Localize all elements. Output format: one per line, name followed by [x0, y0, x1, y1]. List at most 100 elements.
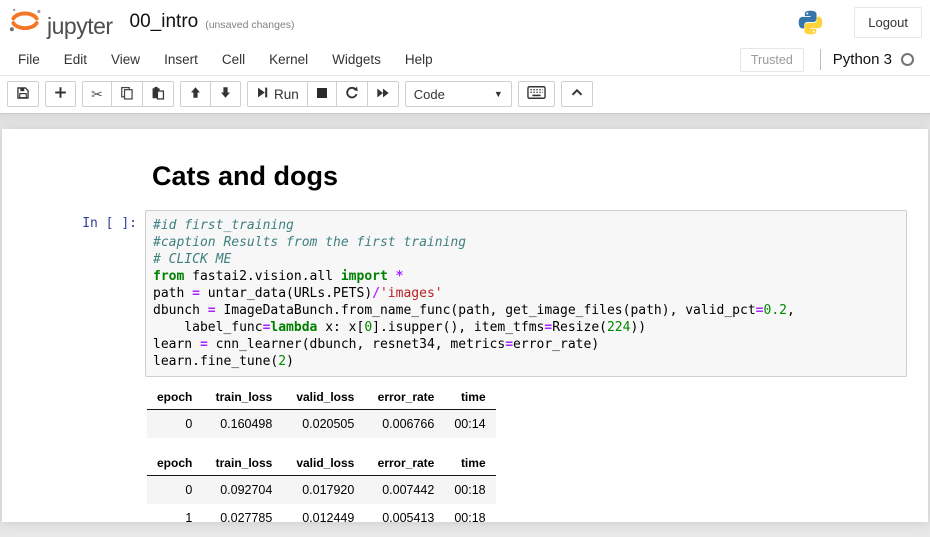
- toolbar-chevron-up-button[interactable]: [561, 81, 593, 107]
- markdown-prompt: [42, 155, 145, 204]
- interrupt-kernel-button[interactable]: [307, 81, 337, 107]
- move-cell-down-button[interactable]: [210, 81, 241, 107]
- output-cell: epochtrain_lossvalid_losserror_ratetime0…: [42, 386, 907, 522]
- menu-kernel[interactable]: Kernel: [257, 44, 320, 75]
- table-cell: 0.020505: [282, 410, 364, 439]
- move-up-icon: [189, 86, 202, 102]
- code-token: dbunch: [153, 303, 208, 318]
- code-token: [388, 269, 396, 284]
- run-button-label: Run: [274, 87, 299, 102]
- code-token: ].isupper(), item_tfms: [372, 320, 544, 335]
- markdown-cell[interactable]: Cats and dogs: [42, 155, 907, 204]
- code-line: path = untar_data(URLs.PETS)/'images': [153, 285, 906, 302]
- code-token: #caption Results from the first training: [153, 235, 466, 250]
- run-cell-button[interactable]: Run: [247, 81, 308, 107]
- cut-cell-button[interactable]: ✂: [82, 81, 112, 107]
- dataframe-table: epochtrain_lossvalid_losserror_ratetime0…: [147, 452, 496, 522]
- add-cell-button[interactable]: [45, 81, 76, 107]
- code-token: =: [756, 303, 764, 318]
- table-cell: 00:14: [444, 410, 495, 439]
- notebook-title[interactable]: 00_intro: [130, 11, 199, 33]
- restart-kernel-button[interactable]: [336, 81, 368, 107]
- table-cell: 0.160498: [202, 410, 282, 439]
- code-token: 224: [607, 320, 630, 335]
- cell-type-select[interactable]: Code ▼: [405, 81, 512, 107]
- trusted-badge: Trusted: [740, 48, 804, 72]
- code-token: x: x[: [317, 320, 364, 335]
- notebook-container: Cats and dogs In [ ]: #id first_training…: [2, 129, 928, 522]
- code-line: dbunch = ImageDataBunch.from_name_func(p…: [153, 302, 906, 319]
- code-line: #caption Results from the first training: [153, 234, 906, 251]
- move-cell-up-button[interactable]: [180, 81, 211, 107]
- table-header-cell: error_rate: [364, 452, 444, 476]
- table-header-cell: train_loss: [202, 452, 282, 476]
- chevron-down-icon: ▼: [494, 89, 503, 99]
- python-logo-icon: [797, 9, 824, 36]
- dataframe-table: epochtrain_lossvalid_losserror_ratetime0…: [147, 386, 496, 438]
- code-token: learn: [153, 337, 200, 352]
- cut-icon: ✂: [91, 87, 103, 101]
- table-cell: 00:18: [444, 504, 495, 522]
- menubar: File Edit View Insert Cell Kernel Widget…: [0, 44, 930, 76]
- menu-view[interactable]: View: [99, 44, 152, 75]
- paste-cell-button[interactable]: [142, 81, 174, 107]
- logout-button[interactable]: Logout: [854, 7, 922, 38]
- code-token: =: [192, 286, 200, 301]
- code-line: #id first_training: [153, 217, 906, 234]
- output-prompt: [42, 386, 145, 522]
- toolbar: ✂ Run: [0, 76, 930, 113]
- code-token: error_rate): [513, 337, 599, 352]
- copy-cell-button[interactable]: [111, 81, 143, 107]
- table-cell: 0.007442: [364, 476, 444, 505]
- table-cell: 0.017920: [282, 476, 364, 505]
- menu-cell[interactable]: Cell: [210, 44, 257, 75]
- code-token: ,: [787, 303, 795, 318]
- code-token: =: [544, 320, 552, 335]
- table-cell: 0.092704: [202, 476, 282, 505]
- code-editor[interactable]: #id first_training#caption Results from …: [145, 210, 907, 377]
- code-line: from fastai2.vision.all import *: [153, 268, 906, 285]
- copy-icon: [120, 86, 134, 103]
- code-token: Resize(: [552, 320, 607, 335]
- code-line: learn.fine_tune(2): [153, 353, 906, 370]
- table-row: 00.1604980.0205050.00676600:14: [147, 410, 496, 439]
- menu-insert[interactable]: Insert: [152, 44, 210, 75]
- add-cell-icon: [54, 86, 67, 102]
- kernel-divider: [820, 49, 821, 70]
- menu-edit[interactable]: Edit: [52, 44, 99, 75]
- input-prompt: In [ ]:: [42, 210, 145, 377]
- jupyter-logo-icon: [8, 5, 42, 40]
- code-line: # CLICK ME: [153, 251, 906, 268]
- code-token: untar_data(URLs.PETS): [200, 286, 372, 301]
- code-token: fastai2.vision.all: [184, 269, 341, 284]
- code-token: 2: [278, 354, 286, 369]
- code-cell[interactable]: In [ ]: #id first_training#caption Resul…: [42, 210, 907, 377]
- chevron-up-icon: [570, 86, 584, 102]
- table-cell: 0: [147, 476, 202, 505]
- restart-kernel-icon: [345, 86, 359, 103]
- table-header-cell: time: [444, 386, 495, 410]
- command-palette-button[interactable]: [518, 81, 555, 107]
- save-button[interactable]: [7, 81, 39, 107]
- code-token: ImageDataBunch.from_name_func(path, get_…: [216, 303, 756, 318]
- code-token: =: [200, 337, 208, 352]
- table-cell: 0.006766: [364, 410, 444, 439]
- table-header-cell: epoch: [147, 452, 202, 476]
- code-token: cnn_learner(dbunch, resnet34, metrics: [208, 337, 505, 352]
- autosave-status: (unsaved changes): [205, 14, 294, 31]
- menu-help[interactable]: Help: [393, 44, 445, 75]
- code-line: label_func=lambda x: x[0].isupper(), ite…: [153, 319, 906, 336]
- keyboard-icon: [527, 86, 546, 102]
- table-row: 00.0927040.0179200.00744200:18: [147, 476, 496, 505]
- table-header-cell: valid_loss: [282, 386, 364, 410]
- table-header-cell: train_loss: [202, 386, 282, 410]
- jupyter-logo[interactable]: jupyter: [8, 5, 113, 40]
- code-token: path: [153, 286, 192, 301]
- menu-widgets[interactable]: Widgets: [320, 44, 393, 75]
- restart-run-all-button[interactable]: [367, 81, 399, 107]
- code-token: lambda: [270, 320, 317, 335]
- menu-file[interactable]: File: [6, 44, 52, 75]
- training-results-table-1: epochtrain_lossvalid_losserror_ratetime0…: [145, 386, 907, 438]
- fast-forward-icon: [376, 86, 390, 103]
- code-token: 0: [364, 320, 372, 335]
